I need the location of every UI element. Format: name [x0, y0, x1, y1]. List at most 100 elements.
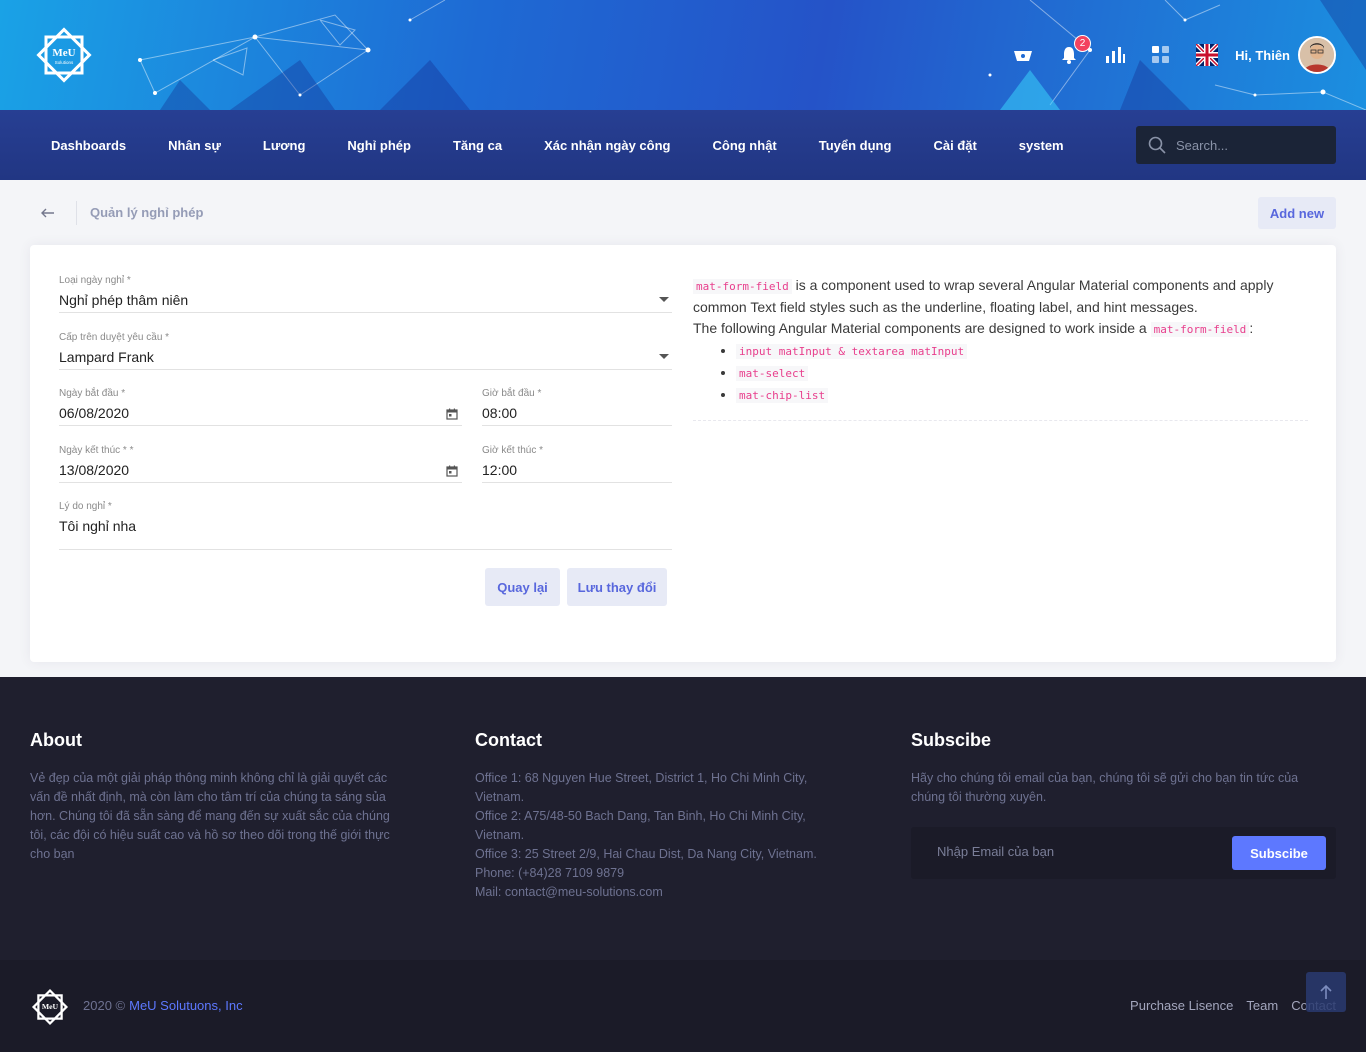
- end-time-field[interactable]: Giờ kết thúc * 12:00: [482, 445, 672, 483]
- bell-icon[interactable]: 2: [1057, 35, 1092, 67]
- save-button[interactable]: Lưu thay đổi: [567, 568, 667, 606]
- subscribe-title: Subscibe: [911, 730, 992, 750]
- calendar-icon[interactable]: [446, 408, 458, 420]
- leave-type-select[interactable]: Loại ngày nghỉ * Nghỉ phép thâm niên: [59, 275, 672, 313]
- start-date-field[interactable]: Ngày bắt đầu * 06/08/2020: [59, 388, 462, 426]
- start-date-value: 06/08/2020: [59, 405, 130, 421]
- start-date-label: Ngày bắt đầu *: [59, 388, 126, 399]
- nav-item-xac-nhan-ngay-cong[interactable]: Xác nhận ngày công: [523, 138, 691, 153]
- start-time-label: Giờ bắt đầu *: [482, 388, 542, 399]
- reason-value: Tôi nghỉ nha: [59, 518, 137, 534]
- chevron-down-icon: [659, 354, 669, 359]
- meu-logo[interactable]: MeU Solutions: [33, 24, 95, 86]
- subscribe-form: Subscibe: [911, 827, 1336, 879]
- contact-info: Office 1: 68 Nguyen Hue Street, District…: [475, 769, 825, 902]
- company-link[interactable]: MeU Solutuons, Inc: [129, 998, 242, 1013]
- nav-item-nghi-phep[interactable]: Nghỉ phép: [326, 138, 432, 153]
- greeting-text: Hi,: [1235, 47, 1252, 63]
- top-header: MeU Solutions 2 Hi, Thiên: [0, 0, 1366, 110]
- subscribe-text: Hãy cho chúng tôi email của bạn, chúng t…: [911, 771, 1299, 804]
- nav-item-dashboards[interactable]: Dashboards: [30, 138, 147, 153]
- notification-badge: 2: [1074, 35, 1092, 52]
- nav-item-system[interactable]: system: [998, 138, 1085, 153]
- copyright-year: 2020 ©: [83, 998, 126, 1013]
- end-time-label: Giờ kết thúc *: [482, 445, 544, 456]
- calendar-icon[interactable]: [446, 465, 458, 477]
- purchase-license-link[interactable]: Purchase Lisence: [1130, 998, 1233, 1013]
- doc-code: mat-form-field: [693, 279, 792, 294]
- email-field[interactable]: [937, 844, 1207, 859]
- top-actions: 2 Hi, Thiên: [989, 34, 1336, 76]
- footer-logo[interactable]: MeU: [30, 987, 70, 1027]
- doc-list: input matInput & textarea matInput mat-s…: [736, 340, 1308, 406]
- doc-panel: mat-form-field is a component used to wr…: [693, 275, 1308, 406]
- avatar[interactable]: [1298, 36, 1336, 74]
- svg-text:MeU: MeU: [52, 47, 75, 59]
- about-title: About: [30, 730, 82, 750]
- search-icon: [1148, 136, 1166, 154]
- footer: About Vẻ đẹp của một giải pháp thông min…: [0, 677, 1366, 960]
- nav-item-luong[interactable]: Lương: [242, 138, 326, 153]
- approver-select[interactable]: Cấp trên duyệt yêu cầu * Lampard Frank: [59, 332, 672, 370]
- contact-line: Phone: (+84)28 7109 9879: [475, 866, 625, 880]
- doc-code: input matInput & textarea matInput: [736, 344, 968, 359]
- list-item: mat-select: [736, 362, 1308, 384]
- list-item: mat-chip-list: [736, 384, 1308, 406]
- doc-text: The following Angular Material component…: [693, 320, 1151, 336]
- doc-separator: [693, 420, 1308, 421]
- add-new-button[interactable]: Add new: [1258, 197, 1336, 229]
- approver-label: Cấp trên duyệt yêu cầu *: [59, 332, 170, 343]
- search-input[interactable]: [1176, 137, 1326, 153]
- svg-text:MeU: MeU: [42, 1002, 59, 1011]
- scroll-top-button[interactable]: [1306, 972, 1346, 1012]
- about-text: Vẻ đẹp của một giải pháp thông minh khôn…: [30, 771, 390, 861]
- bar-chart-icon[interactable]: [1103, 43, 1127, 67]
- nav-item-cai-dat[interactable]: Cài đặt: [912, 138, 997, 153]
- nav-menu: Dashboards Nhân sự Lương Nghỉ phép Tăng …: [30, 110, 1085, 180]
- contact-title: Contact: [475, 730, 542, 750]
- doc-text: :: [1249, 320, 1254, 336]
- start-time-field[interactable]: Giờ bắt đầu * 08:00: [482, 388, 672, 426]
- user-name: Thiên: [1255, 47, 1290, 63]
- list-item: input matInput & textarea matInput: [736, 340, 1308, 362]
- doc-paragraph: mat-form-field is a component used to wr…: [693, 275, 1308, 318]
- copyright: 2020 © MeU Solutuons, Inc: [83, 998, 243, 1013]
- doc-code: mat-form-field: [1150, 322, 1250, 337]
- end-date-field[interactable]: Ngày kết thúc * * 13/08/2020: [59, 445, 462, 483]
- arrow-up-icon: [1320, 984, 1332, 999]
- doc-paragraph: The following Angular Material component…: [693, 318, 1308, 340]
- uk-flag-icon[interactable]: [1195, 43, 1219, 67]
- nav-item-cong-nhat[interactable]: Công nhật: [691, 138, 797, 153]
- nav-item-nhan-su[interactable]: Nhân sự: [147, 138, 242, 153]
- apps-icon[interactable]: [1149, 43, 1173, 67]
- team-link[interactable]: Team: [1246, 998, 1278, 1013]
- bottom-bar: MeU 2020 © MeU Solutuons, Inc Purchase Li…: [0, 960, 1366, 1052]
- reason-label: Lý do nghỉ *: [59, 501, 112, 512]
- end-time-value: 12:00: [482, 462, 518, 478]
- leave-form-card: Loại ngày nghỉ * Nghỉ phép thâm niên Cấp…: [30, 245, 1336, 662]
- end-date-value: 13/08/2020: [59, 462, 130, 478]
- reason-textarea[interactable]: Lý do nghỉ * Tôi nghỉ nha: [59, 501, 672, 550]
- back-arrow-icon[interactable]: [38, 203, 58, 223]
- svg-text:Solutions: Solutions: [55, 60, 74, 65]
- start-time-value: 08:00: [482, 405, 518, 421]
- basket-icon[interactable]: [1011, 43, 1035, 67]
- nav-item-tang-ca[interactable]: Tăng ca: [432, 138, 523, 153]
- subscribe-button[interactable]: Subscibe: [1232, 836, 1326, 870]
- page-title: Quản lý nghỉ phép: [90, 205, 204, 220]
- doc-code: mat-chip-list: [736, 388, 829, 403]
- contact-line: Office 3: 25 Street 2/9, Hai Chau Dist, …: [475, 847, 817, 861]
- footer-links: Purchase Lisence Team Contact: [1117, 998, 1336, 1013]
- contact-line: Office 2: A75/48-50 Bach Dang, Tan Binh,…: [475, 809, 806, 842]
- back-button[interactable]: Quay lại: [485, 568, 560, 606]
- nav-item-tuyen-dung[interactable]: Tuyển dụng: [798, 138, 913, 153]
- user-greeting[interactable]: Hi, Thiên: [1235, 48, 1290, 63]
- contact-line: Mail: contact@meu-solutions.com: [475, 885, 663, 899]
- doc-code: mat-select: [736, 366, 809, 381]
- search-box[interactable]: [1136, 126, 1336, 164]
- contact-line: Office 1: 68 Nguyen Hue Street, District…: [475, 771, 808, 804]
- chevron-down-icon: [659, 297, 669, 302]
- end-date-label: Ngày kết thúc * *: [59, 445, 134, 456]
- leave-type-value: Nghỉ phép thâm niên: [59, 292, 189, 308]
- subheader: Quản lý nghỉ phép Add new: [30, 197, 1336, 229]
